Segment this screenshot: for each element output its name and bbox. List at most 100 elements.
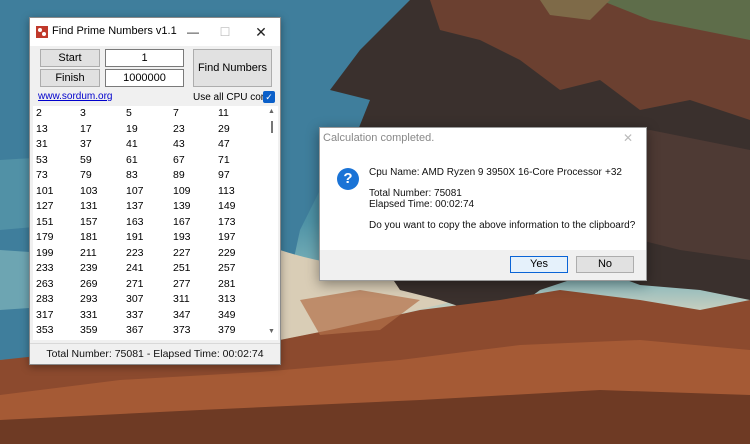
prime-cell: 41 (126, 138, 138, 150)
prime-cell: 251 (173, 262, 191, 274)
prime-cell: 53 (36, 153, 48, 166)
prime-cell: 167 (173, 215, 191, 228)
status-bar: Total Number: 75081 - Elapsed Time: 00:0… (30, 343, 280, 365)
sordum-link[interactable]: www.sordum.org (38, 91, 112, 102)
prime-cell: 127 (36, 200, 54, 212)
table-row: 101 103 107 109 113 (36, 185, 258, 201)
prime-cell: 239 (80, 262, 98, 274)
prime-cell: 59 (80, 153, 92, 166)
prime-cell: 347 (173, 308, 191, 321)
finish-field[interactable]: 1000000 (105, 69, 184, 87)
table-row: 13 17 19 23 29 (36, 123, 258, 139)
scroll-down-icon[interactable]: ▼ (268, 328, 275, 335)
scroll-thumb[interactable] (271, 121, 273, 133)
prime-cell: 137 (126, 200, 144, 212)
prime-cell: 409 (218, 340, 258, 341)
table-row: 179 181 191 193 197 (36, 231, 258, 247)
table-row: 2 3 5 7 11 (36, 107, 258, 123)
table-row: 127 131 137 139 149 (36, 200, 258, 216)
prime-cell: 73 (36, 169, 48, 181)
find-prime-numbers-window: Find Prime Numbers v1.1 — ☐ ✕ Start 1 Fi… (29, 17, 281, 365)
table-row: 53 59 61 67 71 (36, 154, 258, 170)
close-button[interactable]: ✕ (246, 18, 276, 46)
table-row: 233 239 241 251 257 (36, 262, 258, 278)
prime-cell: 43 (173, 138, 185, 150)
prime-cell: 331 (80, 308, 98, 321)
table-row: 73 79 83 89 97 (36, 169, 258, 185)
prime-cell: 107 (126, 184, 144, 197)
cpu-name-text: Cpu Name: AMD Ryzen 9 3950X 16-Core Proc… (369, 167, 602, 178)
prime-cell: 173 (218, 215, 236, 228)
dialog-close-button[interactable]: ✕ (623, 131, 633, 145)
start-button[interactable]: Start (40, 49, 100, 67)
dialog-body: ? Cpu Name: AMD Ryzen 9 3950X 16-Core Pr… (320, 150, 646, 250)
cpu-cores-count: +32 (605, 167, 622, 178)
copy-question-text: Do you want to copy the above informatio… (369, 220, 636, 231)
prime-cell: 191 (126, 231, 144, 243)
prime-cell: 257 (218, 262, 236, 274)
vertical-scrollbar[interactable]: ▲ ▼ (266, 106, 278, 340)
prime-number-list[interactable]: 2 3 5 7 11 13 17 19 23 29 31 37 41 43 47 53 59 61 67 71 73 79… (33, 106, 266, 340)
prime-cell: 317 (36, 308, 54, 321)
prime-cell: 271 (126, 277, 144, 290)
prime-cell: 401 (173, 340, 218, 341)
scroll-up-icon[interactable]: ▲ (268, 108, 275, 115)
prime-cell: 31 (36, 138, 48, 150)
prime-cell: 313 (218, 293, 236, 305)
elapsed-time-text: Elapsed Time: 00:02:74 (369, 199, 475, 210)
prime-cell: 359 (80, 324, 98, 336)
prime-cell: 293 (80, 293, 98, 305)
prime-cell: 353 (36, 324, 54, 336)
prime-cell: 373 (173, 324, 191, 336)
title-bar[interactable]: Find Prime Numbers v1.1 — ☐ ✕ (30, 18, 280, 46)
minimize-button[interactable]: — (178, 18, 208, 46)
prime-cell: 103 (80, 184, 98, 197)
table-row: 31 37 41 43 47 (36, 138, 258, 154)
prime-cell: 113 (218, 184, 235, 197)
prime-cell: 23 (173, 122, 185, 135)
prime-table: 2 3 5 7 11 13 17 19 23 29 31 37 41 43 47 53 59 61 67 71 73 79… (36, 107, 258, 340)
cpu-cores-checkbox[interactable]: ✓ (263, 91, 275, 103)
prime-cell: 181 (80, 231, 98, 243)
prime-cell: 379 (218, 324, 236, 336)
no-button[interactable]: No (576, 256, 634, 273)
prime-cell: 197 (218, 231, 236, 243)
prime-cell: 367 (126, 324, 144, 336)
prime-cell: 109 (173, 184, 191, 197)
prime-cell: 149 (218, 200, 236, 212)
yes-button[interactable]: Yes (510, 256, 568, 273)
prime-cell: 193 (173, 231, 191, 243)
prime-cell: 89 (173, 169, 185, 181)
window-title: Find Prime Numbers v1.1 (52, 25, 177, 37)
prime-cell: 151 (36, 215, 54, 228)
prime-cell: 97 (218, 169, 230, 181)
find-numbers-button[interactable]: Find Numbers (193, 49, 272, 87)
prime-cell: 229 (218, 246, 236, 259)
start-field[interactable]: 1 (105, 49, 184, 67)
question-icon: ? (337, 168, 359, 190)
table-row: 263 269 271 277 281 (36, 278, 258, 294)
prime-cell: 29 (218, 122, 230, 135)
prime-cell: 281 (218, 277, 236, 290)
prime-cell: 349 (218, 308, 236, 321)
prime-cell: 307 (126, 293, 144, 305)
prime-cell: 2 (36, 107, 42, 119)
prime-cell: 61 (126, 153, 138, 166)
maximize-button[interactable]: ☐ (210, 18, 240, 46)
finish-button[interactable]: Finish (40, 69, 100, 87)
prime-cell: 337 (126, 308, 144, 321)
table-row: 199 211 223 227 229 (36, 247, 258, 263)
prime-cell: 233 (36, 262, 54, 274)
prime-cell: 397 (126, 340, 173, 341)
prime-cell: 139 (173, 200, 191, 212)
dialog-title-bar[interactable]: Calculation completed. ✕ (320, 128, 646, 150)
total-number-text: Total Number: 75081 (369, 188, 462, 199)
prime-cell: 263 (36, 277, 54, 290)
prime-cell: 283 (36, 293, 54, 305)
prime-cell: 83 (126, 169, 138, 181)
prime-cell: 71 (218, 153, 230, 166)
prime-cell: 179 (36, 231, 54, 243)
prime-cell: 163 (126, 215, 144, 228)
prime-cell: 277 (173, 277, 191, 290)
prime-cell: 269 (80, 277, 98, 290)
